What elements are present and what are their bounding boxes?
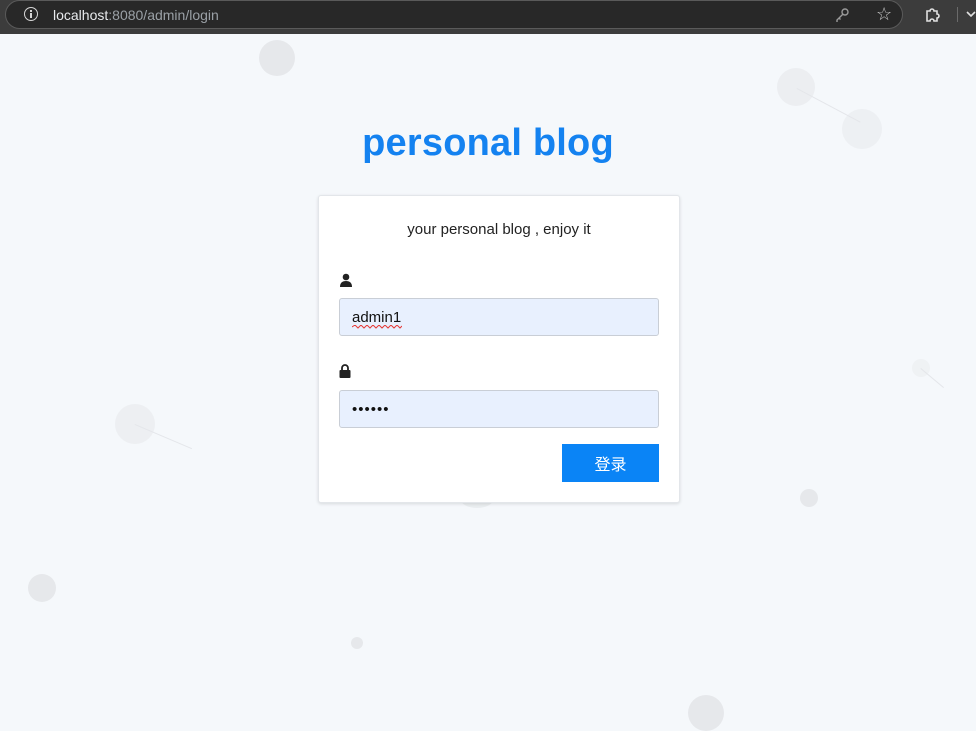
- address-bar[interactable]: localhost:8080/admin/login ☆: [5, 0, 903, 29]
- url-host: localhost: [53, 7, 109, 23]
- username-input[interactable]: [339, 298, 659, 336]
- user-icon: [340, 273, 352, 287]
- lock-icon: [339, 364, 351, 378]
- background-line: [796, 88, 861, 123]
- background-dot: [688, 695, 724, 731]
- key-icon[interactable]: [834, 7, 850, 23]
- spellcheck-underline: [352, 325, 402, 329]
- login-button[interactable]: 登录: [562, 444, 659, 482]
- login-card: your personal blog , enjoy it 登录: [318, 195, 680, 503]
- info-icon[interactable]: [24, 7, 38, 21]
- browser-toolbar: localhost:8080/admin/login ☆: [0, 0, 976, 34]
- url-path: :8080/admin/login: [108, 7, 219, 23]
- star-icon[interactable]: ☆: [876, 5, 892, 23]
- background-dot: [351, 637, 363, 649]
- chevron-down-icon[interactable]: [966, 8, 976, 20]
- page-title: personal blog: [362, 122, 614, 164]
- background-dot: [777, 68, 815, 106]
- background-dot: [259, 40, 295, 76]
- background-line: [920, 368, 944, 389]
- extensions-icon[interactable]: [924, 5, 942, 23]
- background-dot: [800, 489, 818, 507]
- password-input[interactable]: [339, 390, 659, 428]
- background-dot: [28, 574, 56, 602]
- url-text[interactable]: localhost:8080/admin/login: [53, 7, 219, 23]
- toolbar-divider: [957, 7, 958, 22]
- login-subtitle: your personal blog , enjoy it: [407, 221, 591, 238]
